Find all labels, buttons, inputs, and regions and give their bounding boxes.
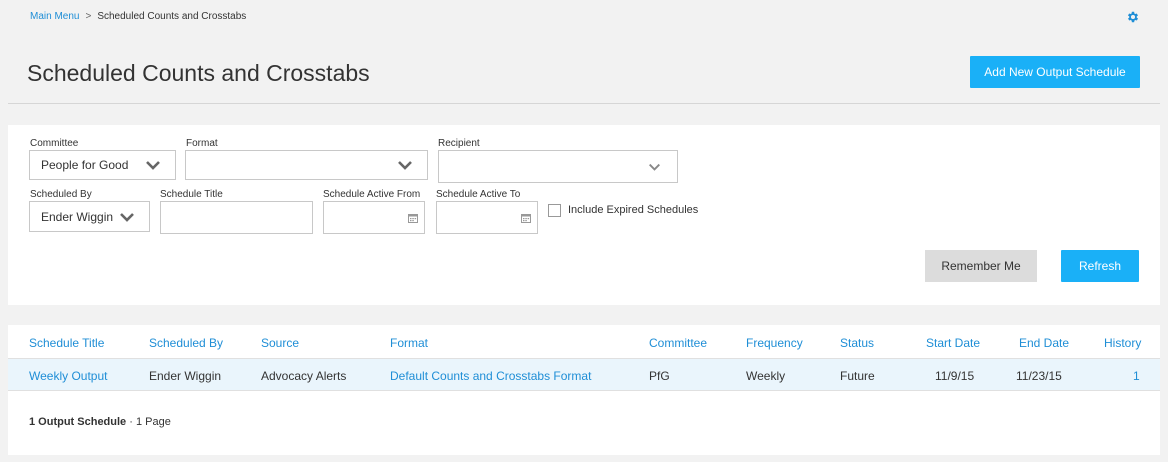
format-link[interactable]: Default Counts and Crosstabs Format <box>390 369 591 383</box>
calendar-icon[interactable] <box>408 213 418 223</box>
column-header-frequency[interactable]: Frequency <box>746 336 803 350</box>
chevron-down-icon <box>649 163 660 171</box>
active-from-date-input[interactable] <box>323 201 425 234</box>
include-expired-checkbox[interactable] <box>548 204 561 217</box>
breadcrumb: Main Menu > Scheduled Counts and Crosstabs <box>30 11 246 22</box>
active-to-date-input[interactable] <box>436 201 538 234</box>
schedule-title-input[interactable] <box>160 201 313 234</box>
committee-value: People for Good <box>41 158 129 172</box>
breadcrumb-current: Scheduled Counts and Crosstabs <box>97 11 247 22</box>
results-summary: 1 Output Schedule · 1 Page <box>29 416 171 428</box>
committee-cell: PfG <box>649 369 670 383</box>
committee-label: Committee <box>30 138 79 149</box>
start-date-cell: 11/9/15 <box>935 369 975 383</box>
frequency-cell: Weekly <box>746 369 786 383</box>
page-title: Scheduled Counts and Crosstabs <box>27 60 370 86</box>
results-table: Schedule Title Scheduled By Source Forma… <box>8 325 1160 455</box>
add-output-schedule-button[interactable]: Add New Output Schedule <box>970 56 1140 88</box>
column-header-end-date[interactable]: End Date <box>1019 336 1069 350</box>
remember-me-button[interactable]: Remember Me <box>925 250 1037 282</box>
include-expired-label: Include Expired Schedules <box>568 204 699 216</box>
scheduled-by-label: Scheduled By <box>30 189 92 200</box>
output-schedule-count: 1 Output Schedule <box>29 416 127 428</box>
scheduled-by-value: Ender Wiggin <box>41 209 114 224</box>
header-divider <box>8 103 1160 104</box>
calendar-icon[interactable] <box>521 213 531 223</box>
active-to-label: Schedule Active To <box>436 189 521 200</box>
scheduled-by-cell: Ender Wiggin <box>149 369 222 383</box>
column-header-start-date[interactable]: Start Date <box>926 336 980 350</box>
chevron-down-icon <box>146 161 160 170</box>
chevron-down-icon <box>398 161 412 170</box>
history-link[interactable]: 1 <box>1133 369 1140 383</box>
format-label: Format <box>186 138 218 149</box>
page-count: 1 Page <box>135 416 171 428</box>
column-header-history[interactable]: History <box>1104 336 1141 350</box>
gear-icon[interactable] <box>1126 10 1140 24</box>
breadcrumb-separator: > <box>85 11 92 22</box>
column-header-scheduled-by[interactable]: Scheduled By <box>149 336 223 350</box>
chevron-down-icon <box>120 212 134 222</box>
source-cell: Advocacy Alerts <box>261 369 347 383</box>
column-header-status[interactable]: Status <box>840 336 874 350</box>
active-from-label: Schedule Active From <box>323 189 421 200</box>
scheduled-by-select[interactable]: Ender Wiggin <box>29 201 150 232</box>
column-header-schedule-title[interactable]: Schedule Title <box>29 336 104 350</box>
refresh-button[interactable]: Refresh <box>1061 250 1139 282</box>
recipient-label: Recipient <box>438 138 480 149</box>
column-header-source[interactable]: Source <box>261 336 299 350</box>
column-header-committee[interactable]: Committee <box>649 336 707 350</box>
summary-separator: · <box>126 416 136 428</box>
schedule-title-link[interactable]: Weekly Output <box>29 369 107 383</box>
column-header-format[interactable]: Format <box>390 336 428 350</box>
status-cell: Future <box>840 369 875 383</box>
format-select[interactable] <box>185 150 428 180</box>
committee-select[interactable]: People for Good <box>29 150 176 180</box>
table-row: Weekly Output Ender Wiggin Advocacy Aler… <box>8 359 1160 391</box>
schedule-title-label: Schedule Title <box>160 189 223 200</box>
filter-panel: Committee People for Good Format Recipie… <box>8 125 1160 305</box>
breadcrumb-main-menu-link[interactable]: Main Menu <box>30 11 79 22</box>
recipient-select[interactable] <box>438 150 678 183</box>
end-date-cell: 11/23/15 <box>1016 369 1062 383</box>
